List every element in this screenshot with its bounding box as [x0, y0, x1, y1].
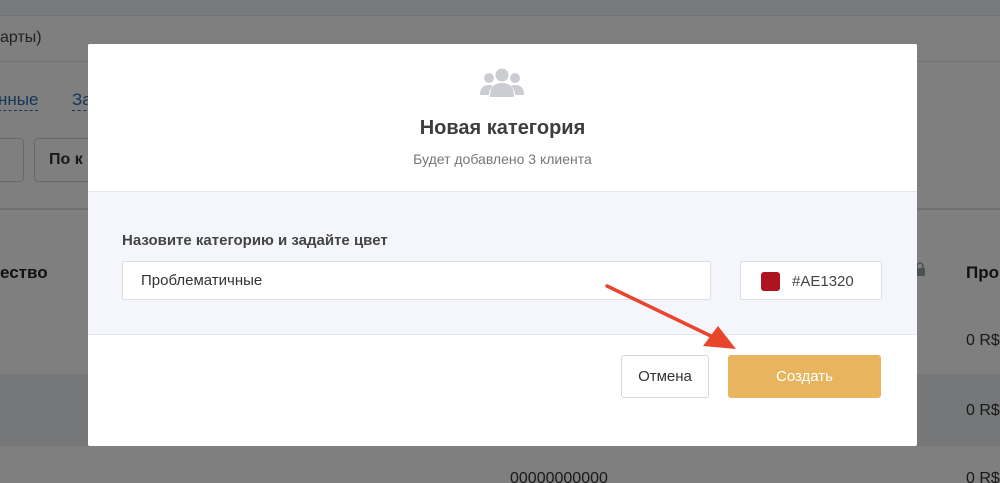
color-picker[interactable]: #AE1320	[740, 261, 882, 300]
cancel-button[interactable]: Отмена	[621, 355, 709, 398]
dialog-body: Назовите категорию и задайте цвет #AE132…	[88, 192, 917, 335]
category-field-label: Назовите категорию и задайте цвет	[122, 232, 388, 249]
color-swatch[interactable]	[761, 272, 780, 291]
dialog-header: Новая категория Будет добавлено 3 клиент…	[88, 44, 917, 192]
category-name-input[interactable]	[122, 261, 711, 300]
dialog-footer: Отмена Создать	[88, 335, 917, 446]
users-group-icon	[480, 68, 524, 97]
create-button[interactable]: Создать	[728, 355, 881, 398]
dialog-subtitle: Будет добавлено 3 клиента	[413, 151, 592, 167]
color-hex-value: #AE1320	[792, 273, 854, 290]
new-category-dialog: Новая категория Будет добавлено 3 клиент…	[88, 44, 917, 446]
dialog-title: Новая категория	[419, 117, 586, 139]
